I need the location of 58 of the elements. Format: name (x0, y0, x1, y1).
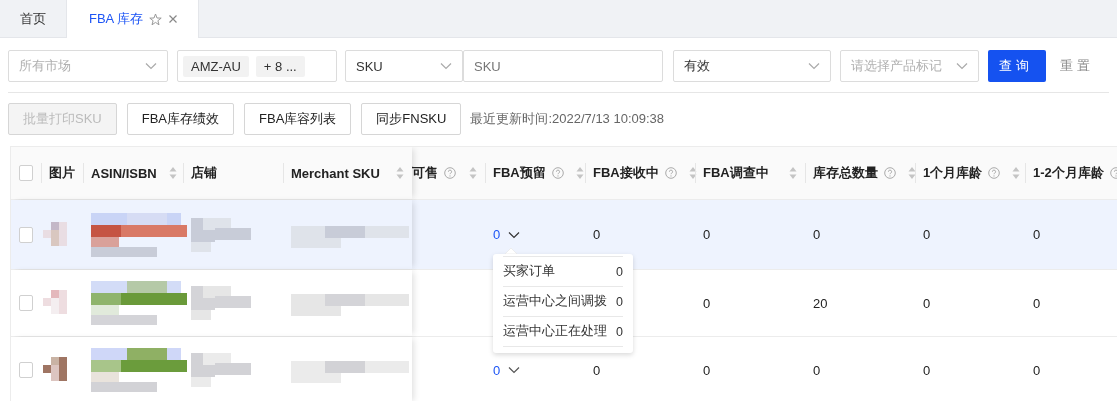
close-icon[interactable] (168, 14, 179, 24)
table-cell: 0 (923, 227, 931, 242)
table-cell: 0 (593, 362, 601, 378)
chevron-down-icon (440, 62, 452, 70)
chevron-down-icon (145, 62, 157, 70)
column-header: FBA接收中 (593, 164, 659, 182)
reset-button[interactable]: 重置 (1060, 57, 1094, 75)
column-header: 1个月库龄 (923, 164, 983, 182)
table-cell: 0 (593, 227, 601, 242)
table-cell: 0 (1033, 295, 1041, 311)
select-field[interactable]: 有效 (673, 50, 831, 82)
tag-select-field[interactable]: AMZ-AU + 8 ... (177, 50, 337, 82)
checkbox[interactable] (19, 362, 33, 378)
detail-label: 运营中心之间调拨 (503, 293, 607, 310)
last-updated-text: 最近更新时间:2022/7/13 10:09:38 (470, 110, 665, 128)
column-header: Merchant SKU (291, 165, 380, 181)
detail-label: 运营中心正在处理 (503, 323, 607, 340)
detail-value: 0 (616, 294, 623, 309)
dropdown-value[interactable]: 0 (493, 362, 521, 378)
column-header: FBA预留 (493, 164, 546, 182)
tag: AMZ-AU (183, 55, 249, 77)
dropdown-value[interactable]: 0 (493, 227, 521, 242)
select-field[interactable]: SKU (345, 50, 463, 82)
detail-label: 买家订单 (503, 263, 555, 280)
table-cell: 20 (813, 295, 828, 311)
detail-value: 0 (616, 264, 623, 279)
tag: + 8 ... (255, 55, 305, 77)
column-header: 可售 (412, 164, 438, 182)
table-cell: 0 (703, 362, 711, 378)
table-cell: 0 (703, 295, 711, 311)
column-header: 店铺 (191, 164, 217, 182)
column-header: ASIN/ISBN (91, 165, 157, 181)
table-cell: 0 (813, 362, 821, 378)
chevron-down-icon (956, 62, 968, 70)
chevron-down-icon (508, 230, 521, 239)
input-field[interactable]: SKU (463, 50, 663, 82)
column-header: 1-2个月库龄 (1033, 164, 1104, 182)
checkbox[interactable] (19, 295, 33, 311)
table-cell: 0 (1033, 227, 1041, 242)
column-header: 库存总数量 (813, 164, 878, 182)
action-button[interactable]: FBA库存绩效 (126, 103, 235, 135)
table-cell: 0 (923, 362, 931, 378)
search-button[interactable]: 查询 (988, 50, 1046, 82)
tab[interactable]: FBA 库存 (67, 0, 200, 38)
detail-value: 0 (616, 324, 623, 339)
table-cell: 0 (923, 295, 931, 311)
table-cell: 0 (1033, 362, 1041, 378)
checkbox[interactable] (19, 226, 33, 243)
chevron-down-icon (508, 366, 521, 374)
table-cell: 0 (703, 227, 711, 242)
column-header: 图片 (49, 164, 75, 182)
star-icon (149, 12, 163, 26)
table-cell: 0 (813, 227, 821, 242)
chevron-down-icon (808, 62, 820, 70)
column-header: FBA调查中 (703, 164, 769, 182)
action-button[interactable]: FBA库容列表 (244, 103, 352, 135)
checkbox[interactable] (19, 165, 33, 181)
action-button[interactable]: 同步FNSKU (361, 103, 462, 135)
